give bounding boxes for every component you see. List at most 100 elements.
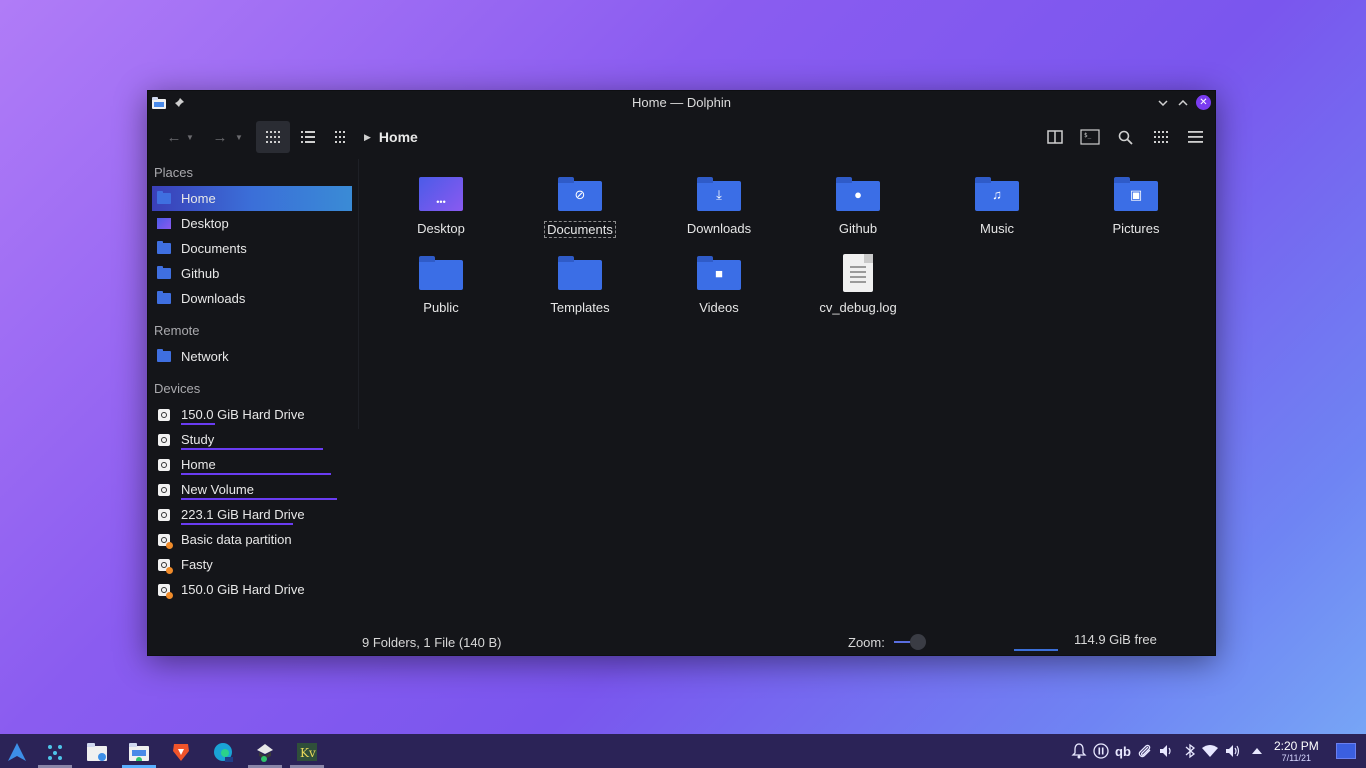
file-item-label: Documents bbox=[544, 221, 616, 238]
search-icon[interactable] bbox=[1112, 121, 1138, 153]
kvantum-icon[interactable]: Kv bbox=[297, 742, 317, 762]
sidebar-item-label: 223.1 GiB Hard Drive bbox=[181, 507, 305, 522]
sidebar-item-device[interactable]: Fasty bbox=[152, 552, 352, 577]
breadcrumb[interactable]: ▶ Home bbox=[364, 129, 418, 145]
file-item-downloads[interactable]: ⤓ Downloads bbox=[659, 175, 779, 236]
sidebar-item-network[interactable]: Network bbox=[152, 344, 352, 369]
sidebar-item-label: Downloads bbox=[181, 291, 246, 306]
window-title: Home — Dolphin bbox=[632, 95, 731, 110]
media-pause-icon[interactable] bbox=[1092, 742, 1110, 760]
file-item-github[interactable]: ● Github bbox=[798, 175, 918, 236]
sidebar-item-label: Fasty bbox=[181, 557, 213, 572]
minimize-icon[interactable] bbox=[1156, 96, 1170, 110]
public-folder-icon bbox=[419, 256, 463, 290]
wifi-icon[interactable] bbox=[1201, 742, 1219, 760]
software-center-icon[interactable] bbox=[255, 742, 275, 762]
sidebar-item-device[interactable]: Basic data partition bbox=[152, 527, 352, 552]
file-view[interactable]: ••• Desktop ⊘ Documents ⤓ Downloads ● Gi… bbox=[360, 159, 1216, 629]
sidebar-item-label: Home bbox=[181, 457, 216, 472]
back-arrow-icon[interactable]: ← bbox=[162, 121, 186, 153]
sidebar-item-downloads[interactable]: Downloads bbox=[152, 286, 352, 311]
file-item-videos[interactable]: ■ Videos bbox=[659, 254, 779, 315]
sidebar-item-label: Desktop bbox=[181, 216, 229, 231]
digital-clock[interactable]: 2:20 PM 7/11/21 bbox=[1274, 739, 1319, 763]
notifications-icon[interactable] bbox=[1070, 742, 1088, 760]
clock-time: 2:20 PM bbox=[1274, 739, 1319, 753]
sidebar-item-label: 150.0 GiB Hard Drive bbox=[181, 582, 305, 597]
dolphin-window: Home — Dolphin ✕ ← ▼ → ▼ ▶ Home $_ Place… bbox=[147, 90, 1216, 656]
application-launcher-icon[interactable] bbox=[7, 742, 27, 762]
title-bar[interactable]: Home — Dolphin ✕ bbox=[148, 91, 1215, 115]
forward-arrow-icon[interactable]: → bbox=[208, 121, 232, 153]
file-item-pictures[interactable]: ▣ Pictures bbox=[1076, 175, 1196, 236]
file-item-label: Desktop bbox=[417, 221, 465, 236]
volume-icon[interactable] bbox=[1158, 742, 1176, 760]
split-view-icon[interactable] bbox=[1042, 121, 1068, 153]
zoom-label: Zoom: bbox=[848, 635, 885, 650]
toolbar: ← ▼ → ▼ ▶ Home $_ bbox=[148, 115, 1215, 159]
close-icon[interactable]: ✕ bbox=[1196, 95, 1211, 110]
back-history-chevron-icon[interactable]: ▼ bbox=[184, 121, 196, 153]
unmounted-drive-icon bbox=[158, 583, 173, 599]
sidebar-item-device[interactable]: 150.0 GiB Hard Drive bbox=[152, 577, 352, 602]
file-item-label: Public bbox=[423, 300, 459, 315]
details-view-icon[interactable] bbox=[330, 121, 354, 153]
taskbar: Kv qb 2:20 PM 7/11/21 bbox=[0, 734, 1366, 768]
templates-folder-icon bbox=[558, 256, 602, 290]
clipboard-attach-icon[interactable] bbox=[1136, 742, 1154, 760]
github-folder-icon bbox=[157, 266, 171, 279]
breadcrumb-current[interactable]: Home bbox=[379, 129, 418, 145]
file-item-music[interactable]: ♫ Music bbox=[937, 175, 1057, 236]
places-section-title: Places bbox=[154, 165, 194, 180]
maximize-icon[interactable] bbox=[1176, 96, 1190, 110]
edge-browser-icon[interactable] bbox=[213, 742, 233, 762]
file-item-templates[interactable]: Templates bbox=[520, 254, 640, 315]
forward-history-chevron-icon[interactable]: ▼ bbox=[233, 121, 245, 153]
home-folder-icon bbox=[157, 191, 171, 204]
free-space-bar bbox=[1014, 649, 1058, 651]
sidebar-item-desktop[interactable]: Desktop bbox=[152, 211, 352, 236]
file-manager-task-icon[interactable] bbox=[87, 742, 107, 762]
hamburger-menu-icon[interactable] bbox=[1182, 121, 1208, 153]
status-bar: 9 Folders, 1 File (140 B) Zoom: 114.9 Gi… bbox=[148, 629, 1215, 657]
sidebar-item-documents[interactable]: Documents bbox=[152, 236, 352, 261]
svg-text:$_: $_ bbox=[1084, 132, 1092, 139]
show-desktop-button[interactable] bbox=[1336, 743, 1356, 759]
clock-date: 7/11/21 bbox=[1281, 753, 1312, 763]
file-item-desktop[interactable]: ••• Desktop bbox=[381, 175, 501, 236]
qbittorrent-icon[interactable]: qb bbox=[1114, 742, 1132, 760]
sidebar-item-label: Home bbox=[181, 191, 216, 206]
pager-icon[interactable] bbox=[45, 742, 65, 762]
dolphin-task-icon[interactable] bbox=[129, 742, 149, 762]
icons-view-icon[interactable] bbox=[256, 121, 290, 153]
speaker-icon[interactable] bbox=[1224, 742, 1242, 760]
filter-grid-icon[interactable] bbox=[1148, 121, 1174, 153]
music-folder-icon: ♫ bbox=[975, 177, 1019, 211]
file-item-documents[interactable]: ⊘ Documents bbox=[520, 175, 640, 238]
file-item-label: Videos bbox=[699, 300, 739, 315]
tray-expand-arrow-icon[interactable] bbox=[1248, 742, 1266, 760]
file-item-public[interactable]: Public bbox=[381, 254, 501, 315]
compact-view-icon[interactable] bbox=[296, 121, 320, 153]
bluetooth-icon[interactable] bbox=[1181, 742, 1199, 760]
documents-folder-icon bbox=[157, 241, 171, 254]
file-item-label: Pictures bbox=[1112, 221, 1160, 236]
videos-folder-icon: ■ bbox=[697, 256, 741, 290]
device-usage-bar bbox=[181, 473, 331, 475]
file-item-cv-debug-log[interactable]: cv_debug.log bbox=[798, 254, 918, 315]
sidebar-item-github[interactable]: Github bbox=[152, 261, 352, 286]
zoom-slider-handle[interactable] bbox=[910, 634, 926, 650]
svg-text:Kv: Kv bbox=[300, 746, 316, 760]
device-usage-bar bbox=[181, 448, 323, 450]
sidebar-item-home[interactable]: Home bbox=[152, 186, 352, 211]
hard-drive-icon bbox=[158, 483, 170, 496]
file-item-label: Github bbox=[838, 221, 878, 236]
breadcrumb-arrow-icon: ▶ bbox=[364, 131, 371, 142]
free-space-text[interactable]: 114.9 GiB free bbox=[1074, 632, 1157, 647]
network-folder-icon bbox=[157, 349, 171, 362]
device-usage-bar bbox=[181, 498, 337, 500]
sidebar-item-label: Github bbox=[181, 266, 220, 281]
brave-browser-icon[interactable] bbox=[171, 742, 191, 762]
terminal-icon[interactable]: $_ bbox=[1076, 121, 1104, 153]
file-item-label: Templates bbox=[550, 300, 610, 315]
